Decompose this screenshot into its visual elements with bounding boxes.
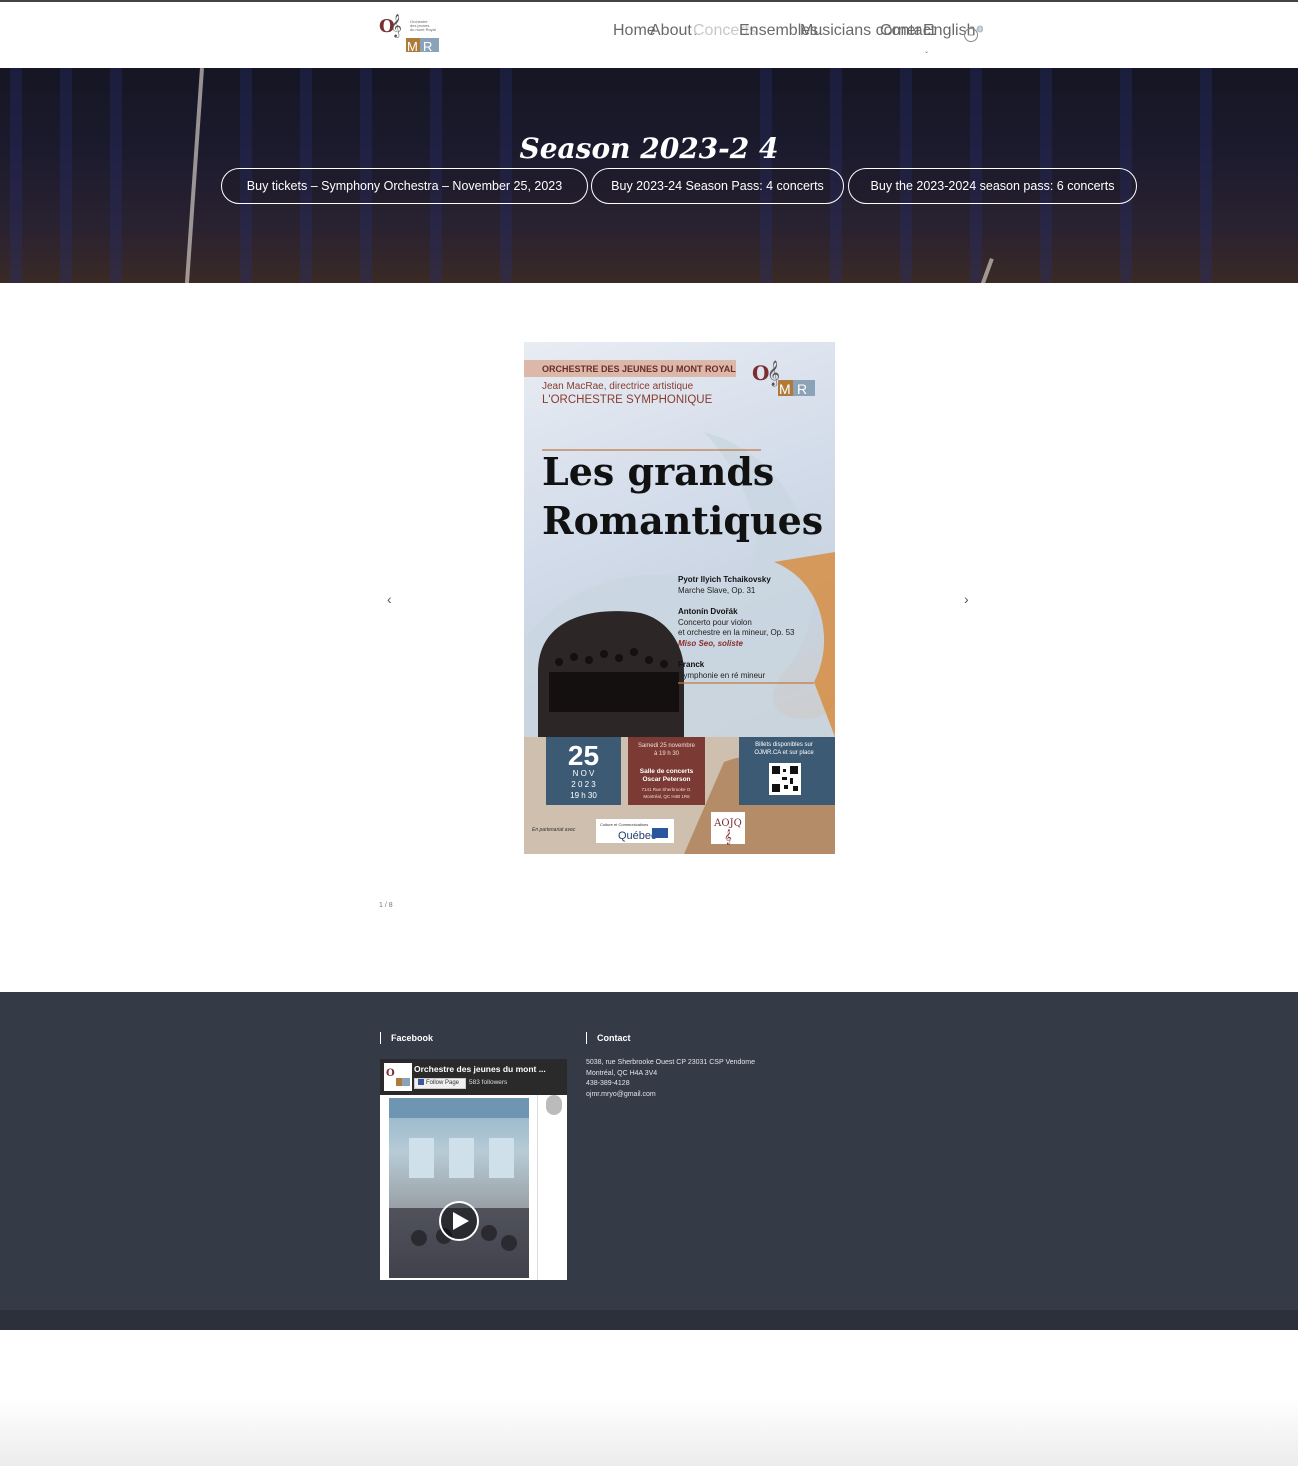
buy-season-pass-4-button[interactable]: Buy 2023-24 Season Pass: 4 concerts [591, 168, 844, 204]
poster-soloist: Miso Seo, soliste [678, 639, 743, 648]
chevron-right-icon[interactable]: › [964, 591, 969, 607]
svg-text:𝄞: 𝄞 [390, 13, 402, 38]
ojmr-logo[interactable]: O 𝄞 Orchestre des jeunes du mont Royal M… [379, 10, 441, 54]
poster-venue: Salle de concerts [640, 768, 694, 775]
violin-bow [183, 68, 204, 283]
poster-title-line-2: Romantiques [542, 498, 823, 543]
poster-partner: En partenariat avec [532, 827, 576, 833]
fb-follow-button[interactable]: Follow Page [414, 1078, 466, 1089]
site-footer [0, 992, 1298, 1310]
contact-heading: Contact [586, 1032, 631, 1044]
poster-address: Montréal, QC H4B 1R6 [643, 794, 690, 799]
qr-code-icon [769, 763, 801, 795]
fb-scrollbar[interactable] [537, 1095, 567, 1280]
fb-page-header: O Orchestre des jeunes du mont ... Follo… [380, 1059, 567, 1095]
chevron-left-icon[interactable]: ‹ [387, 591, 392, 607]
svg-text:M: M [779, 381, 791, 397]
poster-composer: Franck [678, 660, 705, 669]
page-title: Season 2023-2 4 [519, 132, 779, 165]
poster-director: Jean MacRae, directrice artistique [542, 381, 694, 392]
bg-stripe [60, 68, 72, 283]
poster-day: 25 [568, 740, 599, 771]
site-header: O 𝄞 Orchestre des jeunes du mont Royal M… [0, 2, 1298, 68]
buy-season-pass-6-button[interactable]: Buy the 2023-2024 season pass: 6 concert… [848, 168, 1137, 204]
poster-work: Concerto pour violon [678, 618, 752, 627]
chevron-down-icon: ⌄ [924, 49, 930, 55]
nav-about-label: About [650, 22, 692, 39]
bg-stripe [10, 68, 22, 283]
facebook-heading: Facebook [380, 1032, 433, 1044]
fb-page-avatar[interactable]: O [384, 1063, 412, 1091]
svg-text:R: R [423, 39, 432, 54]
poster-venue: Oscar Peterson [642, 776, 690, 783]
bg-stripe [1200, 68, 1212, 283]
poster-quebec-small: Culture et Communications [600, 822, 648, 827]
poster-date-text: Samedi 25 novembre [638, 743, 696, 749]
fb-follow-label: Follow Page [426, 1080, 460, 1086]
concert-poster: ORCHESTRE DES JEUNES DU MONT ROYAL Jean … [524, 342, 835, 854]
poster-address: 7141 Rue Sherbrooke O. [641, 787, 691, 792]
cart-icon[interactable]: 0 [963, 25, 983, 43]
fb-followers: 583 followers [469, 1079, 508, 1086]
fb-page-name[interactable]: Orchestre des jeunes du mont ... [414, 1064, 546, 1074]
contact-email[interactable]: ojmr.mryo@gmail.com [586, 1091, 656, 1098]
scrollbar-thumb[interactable] [546, 1095, 562, 1115]
poster-year: 2 0 2 3 [571, 780, 596, 789]
bg-stripe [110, 68, 122, 283]
poster-org: ORCHESTRE DES JEUNES DU MONT ROYAL [542, 364, 736, 374]
hero-banner: Season 2023-2 4 Buy tickets – Symphony O… [0, 68, 1298, 283]
fb-video-post[interactable] [389, 1098, 529, 1278]
contact-address: 5038, rue Sherbrooke Ouest CP 23031 CSP … [586, 1059, 756, 1066]
poster-composer: Antonín Dvořák [678, 607, 738, 616]
poster-month: N O V [573, 769, 595, 778]
svg-text:du mont Royal: du mont Royal [410, 27, 436, 32]
footer-bottom-bar [0, 1310, 1298, 1330]
play-icon [439, 1201, 479, 1241]
contact-city: Montréal, QC H4A 3V4 [586, 1070, 658, 1077]
poster-tickets: OJMR.CA et sur place [754, 750, 814, 756]
poster-quebec: Québec [618, 830, 657, 842]
poster-composer: Pyotr Ilyich Tchaikovsky [678, 575, 771, 584]
page-bottom [0, 1330, 1298, 1466]
poster-title-line-1: Les grands [542, 449, 774, 494]
poster-tickets: Billets disponibles sur [755, 742, 813, 748]
poster-work: Symphonie en ré mineur [678, 671, 765, 680]
facebook-icon [418, 1079, 424, 1086]
poster-artwork: ORCHESTRE DES JEUNES DU MONT ROYAL Jean … [524, 360, 835, 854]
poster-time: 19 h 30 [570, 791, 597, 800]
contact-phone[interactable]: 438-389-4128 [586, 1080, 630, 1087]
fb-video-thumbnail [389, 1098, 529, 1278]
nav-about[interactable]: About⌄ [650, 22, 698, 40]
svg-text:𝄞: 𝄞 [724, 830, 732, 845]
facebook-widget[interactable]: O Orchestre des jeunes du mont ... Follo… [380, 1059, 567, 1280]
slider-counter: 1 / 8 [379, 902, 393, 909]
svg-text:R: R [797, 381, 807, 397]
svg-text:O: O [386, 1068, 395, 1079]
poster-work: et orchestre en la mineur, Op. 53 [678, 628, 795, 637]
poster-date-text: à 19 h 30 [654, 751, 680, 757]
poster-aojq: AOJQ [713, 818, 742, 829]
buy-tickets-symphony-button[interactable]: Buy tickets – Symphony Orchestra – Novem… [221, 168, 588, 204]
svg-text:M: M [407, 39, 418, 54]
poster-ensemble: L'ORCHESTRE SYMPHONIQUE [542, 394, 713, 406]
poster-work: Marche Slave, Op. 31 [678, 586, 756, 595]
